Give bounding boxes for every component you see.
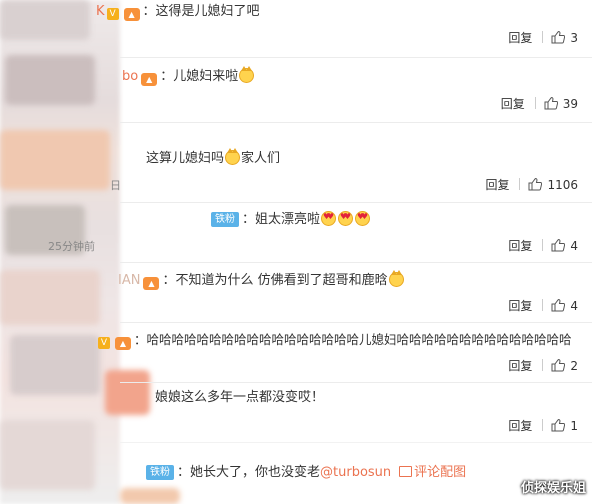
reply-button[interactable]: 回复 (501, 95, 525, 112)
comment-body: 家人们 (241, 151, 281, 166)
cat-emoji-icon (388, 270, 404, 287)
avatar (0, 0, 90, 40)
verified-icon: V (98, 337, 110, 349)
divider (519, 178, 521, 190)
fan-badge: 铁粉 (211, 212, 239, 227)
divider (120, 202, 592, 203)
comment-body: 这算儿媳妇吗 (146, 151, 225, 166)
divider (542, 239, 544, 251)
comment-actions: 回复 1 (508, 417, 578, 434)
thumbs-up-icon[interactable] (551, 299, 566, 312)
thumbs-up-icon[interactable] (551, 31, 566, 44)
divider (542, 299, 544, 311)
comment-actions: 回复 3 (508, 29, 578, 46)
level-icon: ▲ (115, 337, 131, 350)
comment-text: 娘娘这么多年一点都没变哎！ (155, 389, 324, 407)
avatar (10, 335, 100, 395)
avatar (5, 55, 95, 105)
comment-text: K V ▲ ：这得是儿媳妇了吧 (96, 3, 260, 21)
thumbs-up-icon[interactable] (551, 419, 566, 432)
comment-actions: 回复 4 (508, 237, 578, 254)
username[interactable]: IAN (118, 273, 140, 288)
thumbs-up-icon[interactable] (544, 97, 558, 110)
comment-actions: 回复 1106 (485, 176, 578, 193)
comment-body: ：儿媳妇来啦 (160, 69, 239, 84)
level-icon: ▲ (141, 73, 158, 86)
avatar (0, 130, 110, 190)
timestamp: 25分钟前 (48, 240, 95, 253)
comment-body: ：她长大了，你也没变老 (177, 465, 321, 480)
divider (120, 322, 592, 323)
comment-text: bo ▲ ：儿媳妇来啦 (122, 66, 255, 86)
comment-actions: 回复 2 (508, 357, 578, 374)
like-count: 4 (570, 239, 578, 253)
divider (534, 97, 536, 109)
heart-eyes-emoji-icon (338, 211, 354, 226)
thumbs-up-icon[interactable] (551, 239, 566, 252)
comment-actions: 回复 39 (501, 95, 578, 112)
watermark: 侦探娱乐姐 (520, 481, 586, 496)
comment-body: ：不知道为什么 仿佛看到了超哥和鹿晗 (162, 273, 388, 288)
reply-button[interactable]: 回复 (485, 176, 509, 193)
comment-body: ：姐太漂亮啦 (242, 212, 321, 227)
divider (120, 442, 592, 443)
heart-eyes-emoji-icon (355, 211, 371, 226)
comment-text: V ▲ ：哈哈哈哈哈哈哈哈哈哈哈哈哈哈哈哈哈儿媳妇哈哈哈哈哈哈哈哈哈哈哈哈哈哈 (96, 331, 572, 350)
reply-button[interactable]: 回复 (508, 297, 532, 314)
divider (120, 57, 592, 58)
level-icon: ▲ (123, 8, 140, 21)
comment-text: IAN ▲ ：不知道为什么 仿佛看到了超哥和鹿晗 (118, 270, 405, 290)
like-count: 39 (562, 97, 578, 111)
heart-eyes-emoji-icon (321, 211, 337, 226)
timestamp: 日 (110, 179, 121, 192)
cat-emoji-icon (239, 66, 255, 83)
like-count: 3 (570, 31, 578, 45)
avatar (0, 270, 100, 325)
avatar (105, 370, 150, 415)
like-count: 2 (570, 359, 578, 373)
divider (542, 31, 544, 43)
reply-button[interactable]: 回复 (508, 417, 532, 434)
fan-badge: 铁粉 (146, 465, 174, 480)
comment-text: 这算儿媳妇吗 家人们 (146, 148, 281, 168)
like-count: 1 (570, 419, 578, 433)
divider (542, 359, 544, 371)
avatar (0, 420, 95, 490)
thumbs-up-icon[interactable] (551, 359, 566, 372)
comment-body: 娘娘这么多年一点都没变哎！ (155, 390, 325, 405)
reply-button[interactable]: 回复 (508, 237, 532, 254)
reply-button[interactable]: 回复 (508, 357, 532, 374)
divider (542, 419, 544, 431)
comment-picture-link[interactable]: 评论配图 (414, 465, 466, 480)
avatar (120, 488, 180, 504)
divider (120, 382, 592, 383)
like-count: 4 (570, 299, 578, 313)
comment-actions: 回复 4 (508, 297, 578, 314)
comment-body: ：哈哈哈哈哈哈哈哈哈哈哈哈哈哈哈哈哈儿媳妇哈哈哈哈哈哈哈哈哈哈哈哈哈哈 (134, 332, 572, 347)
thumbs-up-icon[interactable] (528, 178, 543, 191)
picture-icon (399, 466, 413, 477)
cat-emoji-icon (225, 148, 241, 165)
comment-text: 铁粉 ：她长大了，你也没变老@turbosun 评论配图 (143, 464, 466, 482)
username[interactable]: bo (122, 69, 138, 84)
divider (120, 122, 592, 123)
mention-link[interactable]: @turbosun (320, 465, 391, 480)
divider (120, 262, 592, 263)
level-icon: ▲ (143, 277, 160, 290)
comment-text: 铁粉 ：姐太漂亮啦 (208, 211, 371, 229)
comment-body: ：这得是儿媳妇了吧 (142, 4, 260, 19)
username[interactable]: K (96, 4, 105, 19)
like-count: 1106 (547, 178, 578, 192)
verified-icon: V (106, 8, 119, 20)
reply-button[interactable]: 回复 (508, 29, 532, 46)
